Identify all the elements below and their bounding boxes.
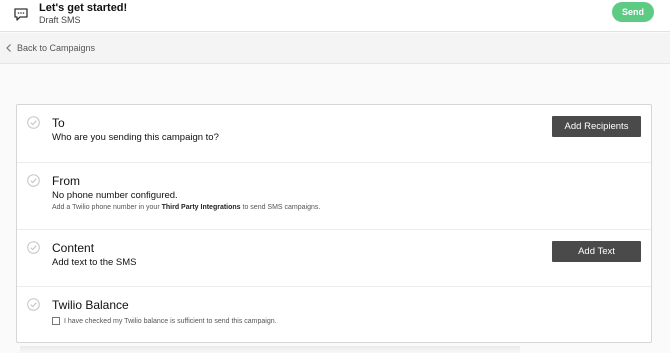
back-link-label: Back to Campaigns: [17, 43, 96, 53]
balance-checkbox[interactable]: [52, 317, 60, 325]
step-title: From: [52, 174, 80, 188]
sub-nav: Back to Campaigns: [0, 33, 670, 64]
step-description: No phone number configured.: [52, 190, 178, 201]
top-bar: Let's get started! Draft SMS Send: [0, 0, 670, 32]
footer-shadow: [20, 346, 520, 353]
step-description: Add text to the SMS: [52, 257, 137, 268]
third-party-integrations-link[interactable]: Third Party Integrations: [162, 204, 241, 211]
step-note: Add a Twilio phone number in your Third …: [52, 204, 320, 211]
step-title: Twilio Balance: [52, 298, 129, 312]
add-text-button[interactable]: Add Text: [552, 241, 641, 262]
send-button[interactable]: Send: [612, 2, 654, 22]
checkbox-label: I have checked my Twilio balance is suff…: [64, 317, 277, 325]
step-from: From No phone number configured. Add a T…: [17, 162, 651, 229]
back-to-campaigns-link[interactable]: Back to Campaigns: [5, 43, 95, 53]
note-text: to send SMS campaigns.: [240, 204, 321, 211]
add-recipients-button[interactable]: Add Recipients: [552, 116, 641, 137]
page-title: Let's get started!: [39, 2, 128, 14]
step-to: To Who are you sending this campaign to?…: [17, 105, 651, 162]
balance-confirmation[interactable]: I have checked my Twilio balance is suff…: [52, 317, 277, 325]
step-content: Content Add text to the SMS Add Text: [17, 229, 651, 286]
step-title: To: [52, 116, 65, 130]
campaign-steps-card: To Who are you sending this campaign to?…: [16, 104, 652, 343]
check-circle-icon: [27, 241, 40, 254]
step-title: Content: [52, 241, 95, 255]
step-twilio-balance: Twilio Balance I have checked my Twilio …: [17, 286, 651, 342]
check-circle-icon: [27, 116, 40, 129]
check-circle-icon: [27, 298, 40, 311]
step-description: Who are you sending this campaign to?: [52, 132, 219, 143]
note-text: Add a Twilio phone number in your: [52, 204, 162, 211]
chevron-left-icon: [6, 44, 11, 52]
chat-icon: [14, 8, 28, 21]
page-subtitle: Draft SMS: [39, 15, 81, 25]
check-circle-icon: [27, 174, 40, 187]
